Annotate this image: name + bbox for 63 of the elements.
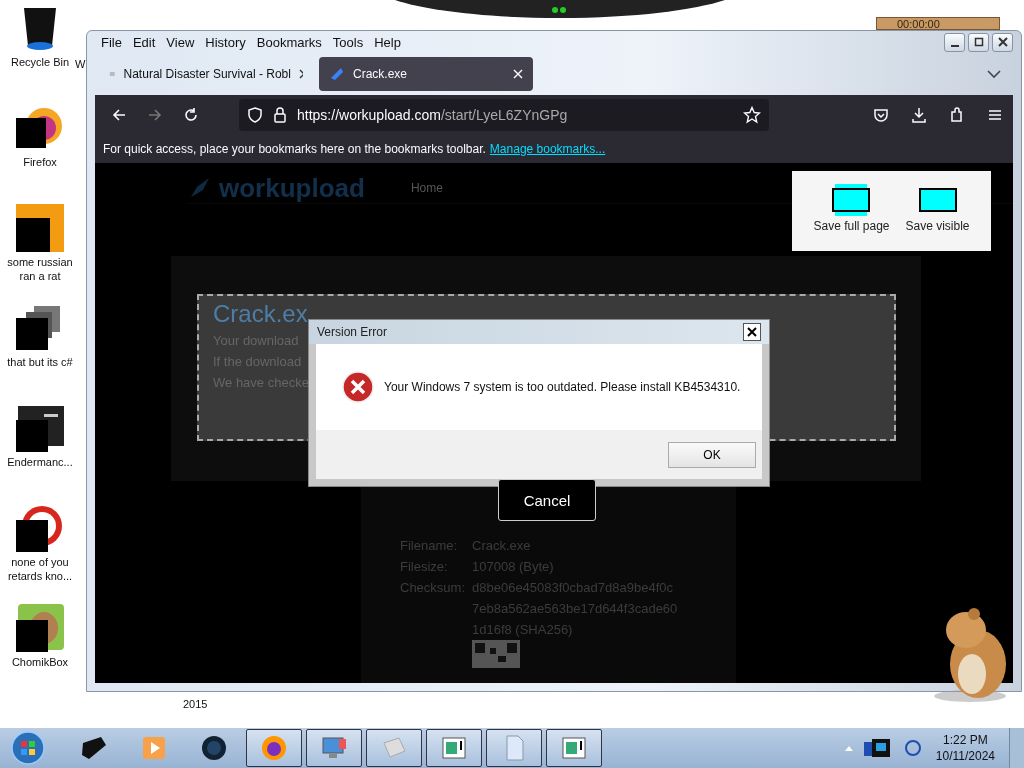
reload-icon[interactable] <box>183 107 199 123</box>
clock[interactable]: 1:22 PM 10/11/2024 <box>929 732 1001 764</box>
menu-icon[interactable] <box>987 107 1003 123</box>
menu-item[interactable]: Tools <box>332 34 364 50</box>
favicon-icon <box>329 66 345 82</box>
pocket-icon[interactable] <box>873 107 889 123</box>
browser-tab[interactable]: Natural Disaster Survival - Robl <box>99 57 313 91</box>
windows-logo-icon <box>11 731 45 765</box>
icon-label: 2015 <box>183 698 208 710</box>
close-button[interactable] <box>743 323 761 341</box>
icon-label[interactable]: none of you retards kno... <box>0 555 80 583</box>
taskbar-app[interactable] <box>546 729 602 767</box>
full-page-icon <box>832 183 871 217</box>
browser-tab[interactable]: Crack.exe <box>319 57 533 91</box>
error-icon <box>342 371 374 403</box>
minimize-button[interactable] <box>944 32 965 52</box>
menu-item[interactable]: History <box>205 34 246 50</box>
chevron-down-icon[interactable] <box>987 69 1001 79</box>
icon-label[interactable]: that but its c# <box>7 355 73 369</box>
menu-item[interactable]: Bookmarks <box>256 34 322 50</box>
address-bar[interactable]: https://workupload.com/start/LyeL6ZYnGPg <box>239 99 769 131</box>
qr-code-icon <box>472 640 520 668</box>
taskbar-app[interactable] <box>306 729 362 767</box>
capture-button[interactable]: Save full page <box>813 183 890 251</box>
manage-bookmarks-link[interactable]: Manage bookmarks... <box>489 142 606 156</box>
menu-item[interactable]: View <box>166 34 195 50</box>
maximize-button[interactable] <box>968 32 989 52</box>
lock-icon[interactable] <box>273 107 287 123</box>
ok-button[interactable]: OK <box>668 441 756 468</box>
icon-label[interactable]: Firefox <box>23 155 57 169</box>
capture-button[interactable]: Save visible <box>905 183 970 251</box>
bookmarks-hint: For quick access, place your bookmarks here on the bookmarks toolbar. <box>103 142 486 156</box>
maximize-icon <box>973 37 984 47</box>
star-icon[interactable] <box>743 106 761 124</box>
desktop-icon[interactable] <box>16 204 64 252</box>
icon-label[interactable]: ChomikBox <box>11 655 69 669</box>
dialog-title: Version Error <box>317 325 388 339</box>
close-button[interactable] <box>992 32 1013 52</box>
icon-label: W <box>75 58 86 70</box>
icon-label[interactable]: Recycle Bin <box>10 55 70 69</box>
cancel-button[interactable]: Cancel <box>498 479 596 521</box>
taskbar-app[interactable] <box>426 729 482 767</box>
desktop-icon[interactable] <box>16 504 64 552</box>
timer-widget: 00:00:00 <box>876 17 1000 30</box>
file-title: Crack.ex <box>213 300 308 328</box>
menu-item[interactable]: Edit <box>132 34 156 50</box>
taskbar-app[interactable] <box>486 729 542 767</box>
menu-item[interactable]: File <box>101 34 122 50</box>
desktop-icon[interactable] <box>16 604 64 652</box>
icon-label[interactable]: some russian ran a rat <box>0 255 80 283</box>
taskbar-app[interactable] <box>246 729 302 767</box>
desktop-icon[interactable] <box>16 404 64 452</box>
download-icon[interactable] <box>911 107 927 123</box>
firefox-icon <box>259 733 289 763</box>
error-message: Your Windows 7 system is too outdated. Please install KB4534310. <box>384 380 741 394</box>
forward-icon[interactable] <box>147 107 163 123</box>
taskbar-app[interactable] <box>366 729 422 767</box>
minimize-icon <box>950 44 959 47</box>
back-icon[interactable] <box>111 107 127 123</box>
menu-item[interactable]: Help <box>374 34 401 50</box>
extensions-icon[interactable] <box>949 107 965 123</box>
globe-icon <box>199 733 229 763</box>
icon-label[interactable]: Endermanc... <box>7 455 73 469</box>
